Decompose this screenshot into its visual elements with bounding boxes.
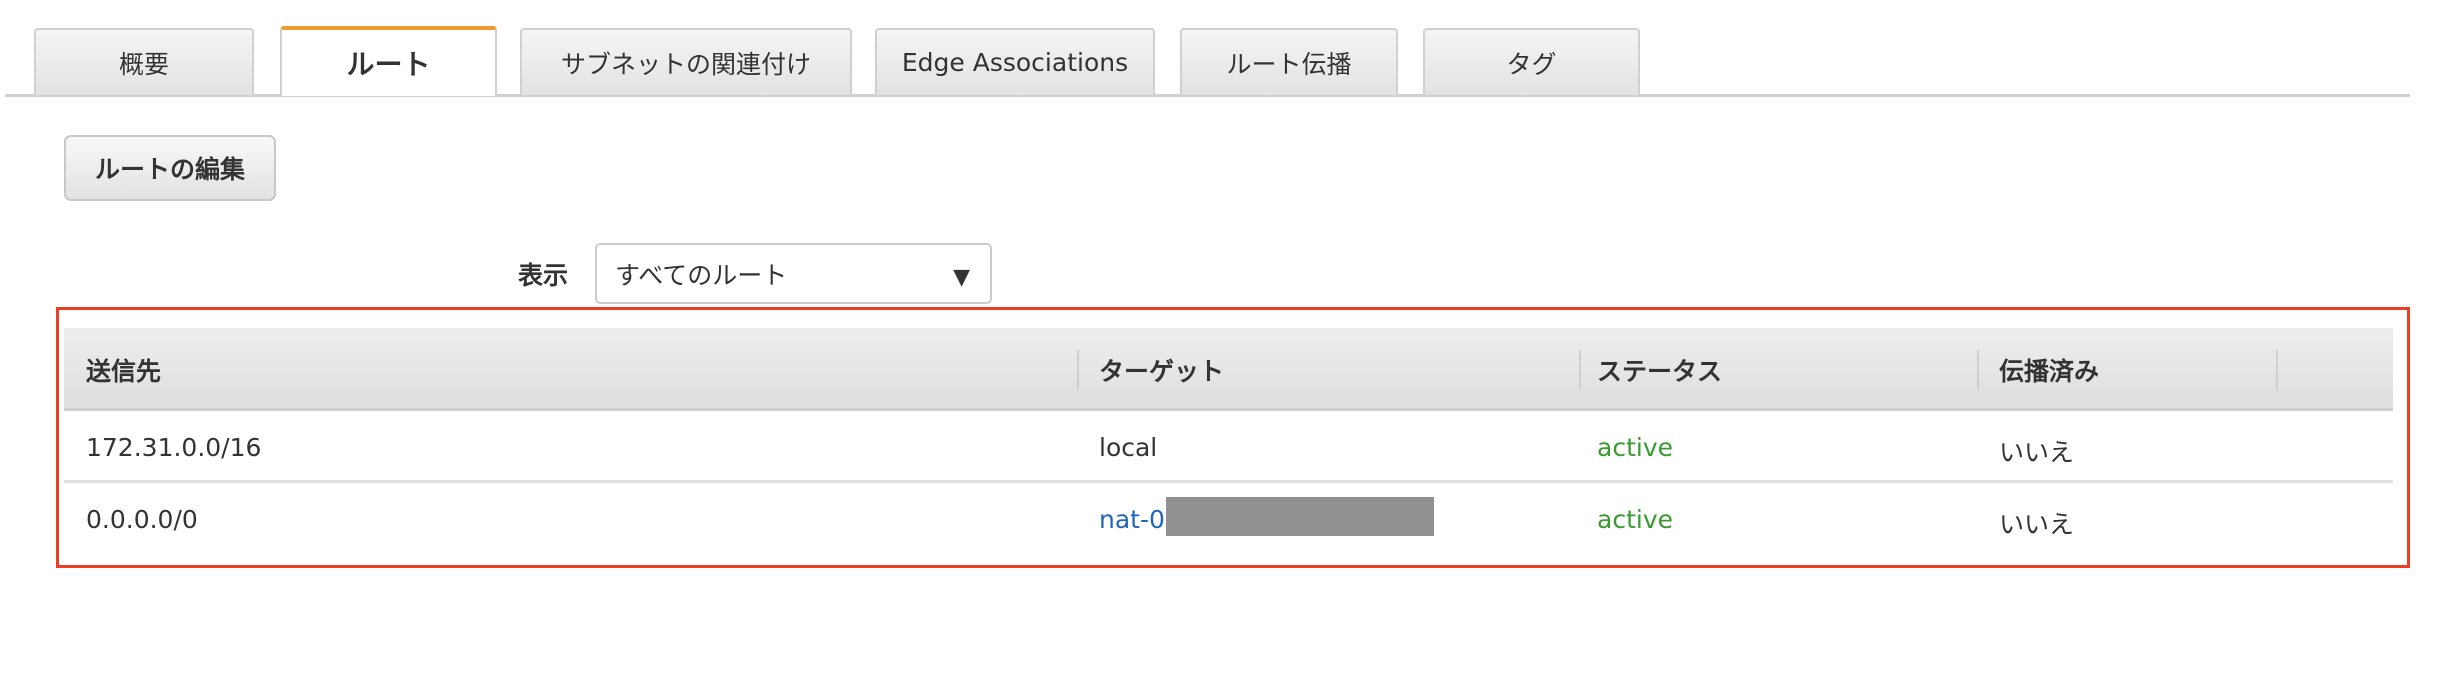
cell-destination: 172.31.0.0/16 bbox=[86, 433, 262, 462]
cell-status: active bbox=[1597, 433, 1673, 462]
cell-target-link[interactable]: nat-0 bbox=[1099, 505, 1165, 534]
column-divider[interactable] bbox=[1579, 350, 1581, 390]
tab-edge-associations[interactable]: Edge Associations bbox=[875, 28, 1155, 95]
table-header: 送信先 ターゲット ステータス 伝播済み bbox=[64, 328, 2393, 411]
column-divider[interactable] bbox=[2276, 350, 2278, 390]
route-filter-select[interactable]: すべてのルート ▼ bbox=[595, 243, 992, 304]
column-header-status[interactable]: ステータス bbox=[1597, 352, 1722, 388]
column-header-target[interactable]: ターゲット bbox=[1099, 352, 1224, 388]
column-header-destination[interactable]: 送信先 bbox=[86, 352, 161, 388]
tab-tags[interactable]: タグ bbox=[1423, 28, 1640, 95]
cell-status: active bbox=[1597, 505, 1673, 534]
cell-propagated: いいえ bbox=[1999, 510, 2075, 539]
tab-subnet-associations[interactable]: サブネットの関連付け bbox=[520, 28, 852, 95]
table-row: 172.31.0.0/16 local active いいえ bbox=[64, 411, 2393, 483]
route-filter-value: すべてのルート bbox=[615, 260, 788, 290]
column-divider[interactable] bbox=[1077, 350, 1079, 390]
tab-route-propagation[interactable]: ルート伝播 bbox=[1180, 28, 1398, 95]
cell-target: local bbox=[1099, 433, 1158, 462]
cell-destination: 0.0.0.0/0 bbox=[86, 505, 198, 534]
redaction-block bbox=[1166, 497, 1434, 536]
tab-routes[interactable]: ルート bbox=[280, 26, 497, 96]
dropdown-arrow-icon: ▼ bbox=[953, 265, 970, 290]
column-divider[interactable] bbox=[1977, 350, 1979, 390]
tab-summary[interactable]: 概要 bbox=[34, 28, 254, 95]
filter-label: 表示 bbox=[518, 261, 569, 290]
cell-propagated: いいえ bbox=[1999, 438, 2075, 467]
edit-routes-button[interactable]: ルートの編集 bbox=[64, 135, 276, 201]
column-header-propagated[interactable]: 伝播済み bbox=[1999, 352, 2099, 388]
